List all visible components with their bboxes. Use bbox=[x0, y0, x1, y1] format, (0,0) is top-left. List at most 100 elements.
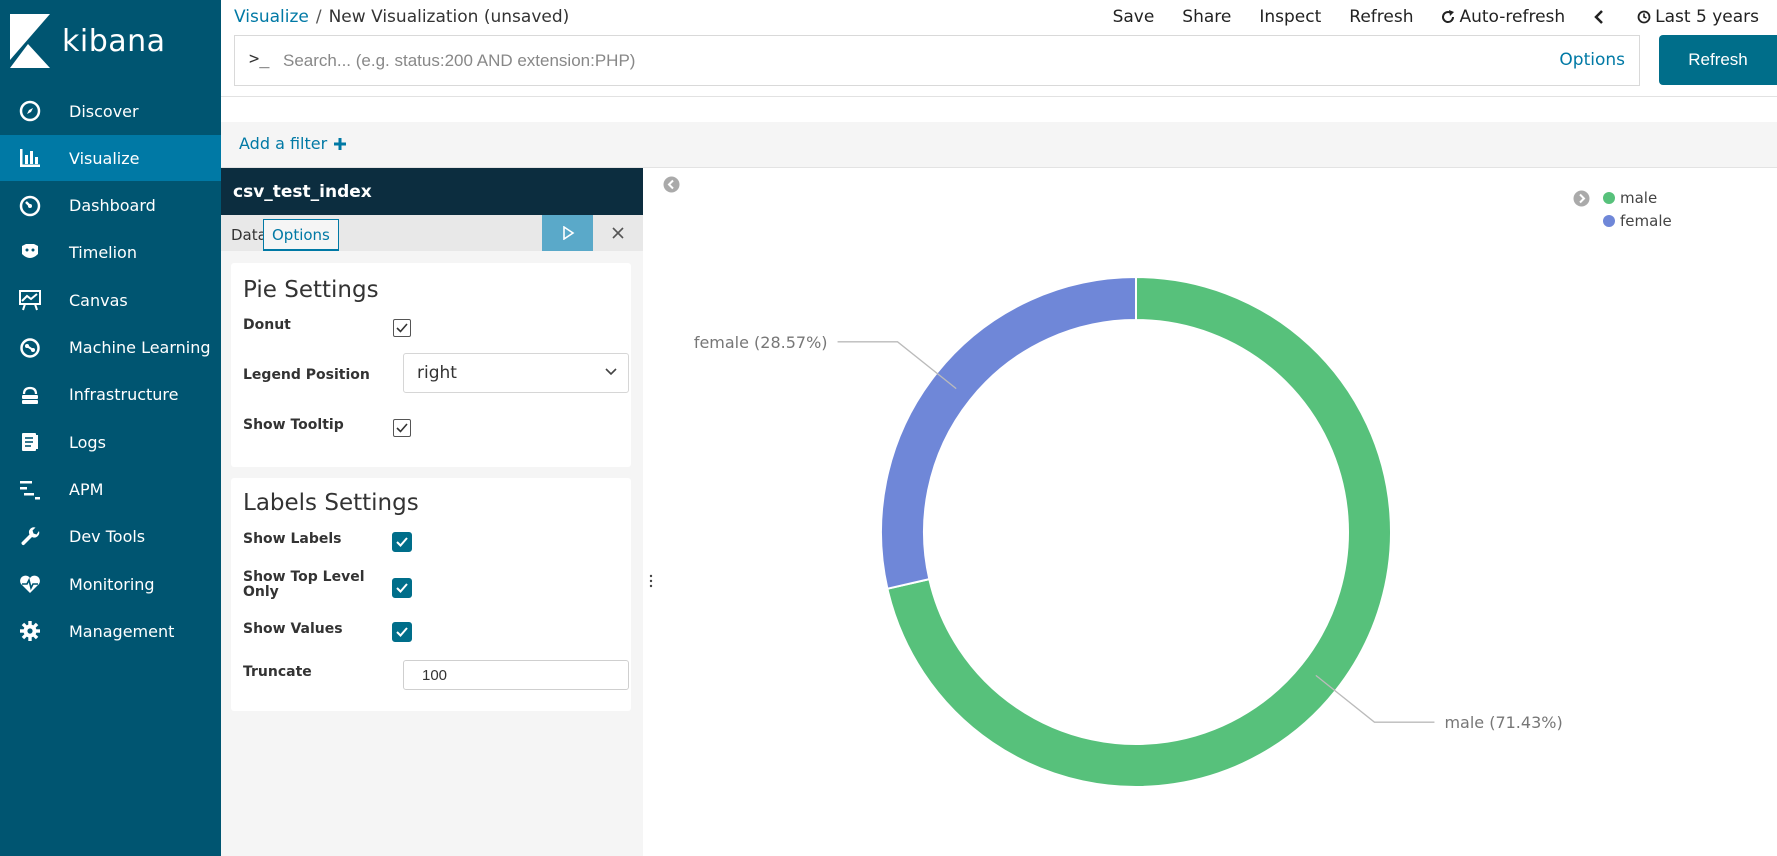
sidebar-item-label: Dev Tools bbox=[69, 527, 146, 547]
sidebar-item-logs[interactable]: Logs bbox=[0, 419, 221, 465]
discard-changes-button[interactable] bbox=[593, 215, 643, 251]
sidebar-item-label: Management bbox=[69, 621, 175, 641]
show-labels-checkbox[interactable] bbox=[392, 532, 412, 552]
compass-icon bbox=[17, 98, 43, 124]
query-prompt: >_ bbox=[249, 49, 270, 69]
inspect-button[interactable]: Inspect bbox=[1259, 7, 1321, 27]
query-bar: >_ Options bbox=[234, 35, 1640, 86]
plus-icon bbox=[334, 138, 347, 150]
save-button[interactable]: Save bbox=[1113, 7, 1155, 27]
breadcrumb-separator: / bbox=[315, 7, 322, 27]
add-filter-button[interactable]: Add a filter bbox=[239, 134, 347, 153]
wrench-icon bbox=[17, 524, 43, 550]
check-icon bbox=[396, 583, 408, 593]
sidebar-item-management[interactable]: Management bbox=[0, 608, 221, 654]
auto-refresh-label: Auto-refresh bbox=[1459, 7, 1566, 27]
chevron-down-icon bbox=[605, 368, 617, 376]
sidebar-item-dashboard[interactable]: Dashboard bbox=[0, 183, 221, 229]
query-options-button[interactable]: Options bbox=[1559, 50, 1625, 70]
chevron-left-circle-icon bbox=[663, 176, 680, 193]
infrastructure-icon bbox=[17, 382, 43, 408]
editor-panel: csv_test_index Data Options Pie Settings… bbox=[221, 168, 643, 856]
check-icon bbox=[396, 537, 408, 547]
chart-legend: male female bbox=[1573, 186, 1672, 232]
refresh-icon bbox=[1442, 10, 1455, 23]
show-values-label: Show Values bbox=[243, 621, 343, 637]
sidebar: kibana Discover Visualize Dashboard Timelio… bbox=[0, 0, 221, 856]
time-picker-button[interactable]: Last 5 years bbox=[1637, 7, 1759, 27]
pie-chart: male (71.43%) female (28.57%) bbox=[694, 275, 1563, 788]
search-input[interactable] bbox=[283, 46, 1383, 76]
panel-resize-handle[interactable] bbox=[648, 572, 654, 590]
sidebar-item-label: Visualize bbox=[69, 148, 140, 168]
top-menu: Save Share Inspect Refresh Auto-refresh … bbox=[1085, 7, 1759, 27]
pie-slice-female[interactable] bbox=[880, 275, 1137, 590]
breadcrumb: Visualize / New Visualization (unsaved) bbox=[234, 7, 569, 27]
show-tooltip-label: Show Tooltip bbox=[243, 417, 344, 433]
show-values-checkbox[interactable] bbox=[392, 622, 412, 642]
legend-item-female[interactable]: female bbox=[1603, 209, 1672, 232]
legend-dot-female bbox=[1603, 214, 1615, 227]
clock-icon bbox=[1637, 10, 1651, 24]
filter-bar: Add a filter bbox=[221, 122, 1777, 168]
timelion-icon bbox=[17, 240, 43, 266]
add-filter-label: Add a filter bbox=[239, 134, 328, 153]
kibana-logo[interactable]: kibana bbox=[10, 14, 220, 74]
sidebar-item-label: Timelion bbox=[69, 243, 137, 263]
legend-position-label: Legend Position bbox=[243, 367, 370, 383]
drag-handle-icon bbox=[649, 574, 653, 588]
sidebar-item-visualize[interactable]: Visualize bbox=[0, 135, 221, 182]
donut-checkbox[interactable] bbox=[393, 319, 411, 337]
legend-dot-male bbox=[1603, 191, 1615, 204]
app-name: kibana bbox=[62, 24, 166, 59]
legend-position-select[interactable]: right bbox=[403, 353, 629, 393]
sidebar-item-label: Canvas bbox=[69, 290, 128, 310]
tab-options[interactable]: Options bbox=[263, 219, 339, 251]
pie-label-male: male (71.43%) bbox=[1444, 713, 1562, 732]
sidebar-item-machine-learning[interactable]: Machine Learning bbox=[0, 325, 221, 371]
sidebar-item-label: Machine Learning bbox=[69, 338, 211, 357]
refresh-link[interactable]: Refresh bbox=[1349, 7, 1413, 27]
time-back-button[interactable] bbox=[1593, 7, 1609, 27]
time-range-label: Last 5 years bbox=[1655, 7, 1759, 27]
heartbeat-icon bbox=[17, 571, 43, 597]
sidebar-item-infrastructure[interactable]: Infrastructure bbox=[0, 372, 221, 418]
legend-item-male[interactable]: male bbox=[1603, 186, 1672, 209]
canvas-icon bbox=[17, 287, 43, 313]
sidebar-item-timelion[interactable]: Timelion bbox=[0, 230, 221, 276]
chevron-right-circle-icon bbox=[1573, 190, 1590, 207]
pie-settings-panel: Pie Settings Donut Legend Position right… bbox=[231, 263, 631, 467]
play-icon bbox=[562, 226, 574, 240]
show-top-level-checkbox[interactable] bbox=[392, 578, 412, 598]
auto-refresh-button[interactable]: Auto-refresh bbox=[1441, 7, 1565, 27]
sidebar-item-label: Logs bbox=[69, 432, 106, 452]
kibana-logo-icon bbox=[10, 14, 50, 68]
sidebar-item-discover[interactable]: Discover bbox=[0, 88, 221, 134]
gauge-icon bbox=[17, 193, 43, 219]
sidebar-item-canvas[interactable]: Canvas bbox=[0, 277, 221, 323]
show-top-level-label: Show Top Level Only bbox=[243, 569, 365, 600]
refresh-button[interactable]: Refresh bbox=[1659, 35, 1777, 85]
collapse-editor-button[interactable] bbox=[663, 176, 680, 197]
pie-settings-title: Pie Settings bbox=[243, 277, 379, 303]
share-button[interactable]: Share bbox=[1182, 7, 1231, 27]
check-icon bbox=[396, 423, 408, 433]
apply-changes-button[interactable] bbox=[542, 215, 593, 251]
show-tooltip-checkbox[interactable] bbox=[393, 419, 411, 437]
sidebar-item-monitoring[interactable]: Monitoring bbox=[0, 561, 221, 607]
legend-label-female: female bbox=[1620, 211, 1672, 230]
logs-icon bbox=[17, 429, 43, 455]
sidebar-item-dev-tools[interactable]: Dev Tools bbox=[0, 514, 221, 560]
sidebar-item-apm[interactable]: APM bbox=[0, 466, 221, 512]
breadcrumb-visualize[interactable]: Visualize bbox=[234, 7, 309, 27]
visualization-area: male (71.43%) female (28.57%) male female bbox=[659, 168, 1777, 856]
index-pattern-title: csv_test_index bbox=[221, 168, 643, 215]
show-labels-label: Show Labels bbox=[243, 531, 342, 547]
legend-toggle-button[interactable] bbox=[1573, 190, 1590, 211]
editor-tabs: Data Options bbox=[221, 215, 643, 251]
sidebar-item-label: Infrastructure bbox=[69, 385, 179, 405]
bar-chart-icon bbox=[17, 145, 43, 171]
truncate-input[interactable] bbox=[403, 660, 629, 690]
pie-label-female: female (28.57%) bbox=[694, 333, 828, 352]
top-divider bbox=[221, 96, 1777, 97]
